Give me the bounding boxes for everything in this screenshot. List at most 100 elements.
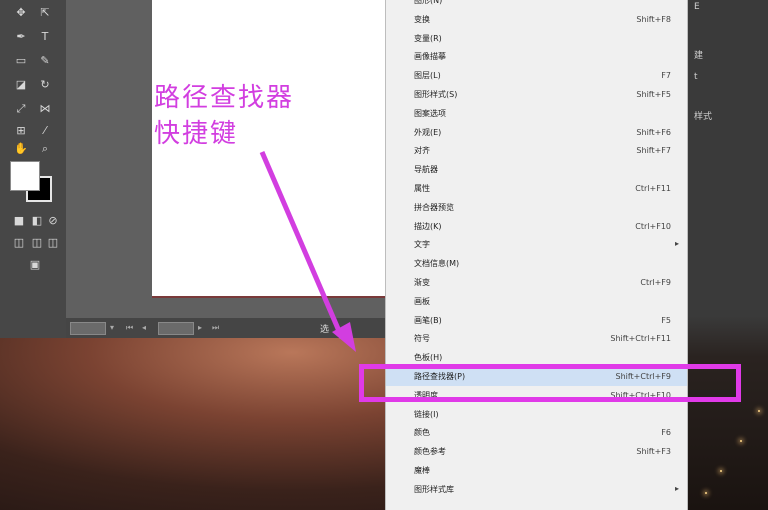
type-icon[interactable]: T: [38, 30, 52, 44]
draw-inside-icon[interactable]: ◫: [46, 236, 60, 250]
pen-icon[interactable]: ✒: [14, 30, 28, 44]
screen-mode-icon[interactable]: ▣: [28, 258, 42, 272]
menu-item-shortcut: F7: [661, 71, 671, 81]
menu-item[interactable]: 变量(R): [386, 30, 687, 48]
menu-item-label: 变量(R): [414, 33, 442, 43]
brush-icon[interactable]: ✎: [38, 54, 52, 68]
menu-item-shortcut: Ctrl+F10: [635, 221, 671, 231]
right-panel-text: 建: [694, 51, 704, 61]
menu-item-shortcut: Shift+F6: [636, 127, 671, 137]
menu-item[interactable]: 图层(L) F7: [386, 67, 687, 85]
menu-item[interactable]: 链接(I): [386, 406, 687, 424]
draw-behind-icon[interactable]: ◫: [30, 236, 44, 250]
menu-item-label: 文字: [414, 240, 430, 250]
sparkle: [705, 492, 707, 494]
menu-item-label: 颜色参考: [414, 447, 446, 457]
highlight-box: [359, 364, 741, 402]
right-panel-area: E 建 t 样式: [686, 0, 768, 510]
menu-item[interactable]: 图形样式库 ▸: [386, 481, 687, 499]
direct-select-icon[interactable]: ⇱: [38, 6, 52, 20]
menu-item[interactable]: 变换 Shift+F8: [386, 11, 687, 29]
menu-item-shortcut: F5: [661, 315, 671, 325]
menu-item[interactable]: 图案选项: [386, 105, 687, 123]
sparkle: [720, 470, 722, 472]
none-mode-icon[interactable]: ⊘: [46, 214, 60, 228]
hand-icon[interactable]: ✋: [14, 142, 28, 156]
shape-builder-icon[interactable]: ⊞: [14, 124, 28, 138]
eraser-icon[interactable]: ◪: [14, 78, 28, 92]
move-icon[interactable]: ✥: [14, 6, 28, 20]
illustrator-window: ✥ ⇱ ✒ T ▭ ✎ ◪ ↻ ⤢ ⋈ ⊞ ⁄ ✋ ⌕ ■ ◧ ⊘ ◫ ◫ ◫ …: [0, 0, 454, 338]
sparkle: [758, 410, 760, 412]
annotation-line-1: 路径查找器: [154, 83, 295, 113]
status-label: 选: [320, 325, 330, 335]
menu-item-label: 拼合器预览: [414, 202, 454, 212]
menu-item[interactable]: 画像描摹: [386, 48, 687, 66]
artboard-number-field[interactable]: [158, 322, 194, 335]
menu-item-shortcut: Shift+Ctrl+F11: [610, 334, 671, 344]
menu-item[interactable]: 文字 ▸: [386, 236, 687, 254]
menu-item-label: 外观(E): [414, 127, 442, 137]
menu-item-label: 符号: [414, 334, 430, 344]
right-panel-text: 样式: [694, 112, 713, 122]
rotate-icon[interactable]: ↻: [38, 78, 52, 92]
menu-item-label: 对齐: [414, 146, 430, 156]
menu-item-label: 链接(I): [414, 409, 439, 419]
next-artboard-icon[interactable]: ▸: [198, 323, 206, 332]
menu-item-label: 变换: [414, 14, 430, 24]
menu-item-label: 图案选项: [414, 108, 446, 118]
menu-item[interactable]: 外观(E) Shift+F6: [386, 124, 687, 142]
menu-item[interactable]: 颜色参考 Shift+F3: [386, 443, 687, 461]
menu-item-label: 画板: [414, 296, 430, 306]
menu-item[interactable]: 颜色 F6: [386, 424, 687, 442]
submenu-arrow-icon: ▸: [674, 239, 679, 249]
prev-artboard-icon[interactable]: ◂: [142, 323, 150, 332]
eyedropper-icon[interactable]: ⁄: [38, 124, 52, 138]
right-panel-text: E: [694, 2, 700, 12]
menu-item-label: 魔棒: [414, 466, 430, 475]
canvas-area[interactable]: [66, 0, 454, 318]
menu-item-shortcut: Shift+F5: [636, 90, 671, 99]
annotation-line-2: 快捷键: [154, 119, 239, 149]
submenu-arrow-icon: ▸: [674, 483, 679, 493]
right-panel-text: t: [694, 72, 698, 82]
menu-item[interactable]: 画板: [386, 293, 687, 311]
width-icon[interactable]: ⋈: [38, 102, 52, 116]
menu-item[interactable]: 拼合器预览: [386, 199, 687, 217]
menu-item-shortcut: Shift+F3: [636, 447, 671, 457]
color-mode-icon[interactable]: ■: [12, 214, 26, 228]
sparkle: [740, 440, 742, 442]
menu-item[interactable]: 导航器: [386, 161, 687, 179]
zoom-field[interactable]: [70, 322, 106, 335]
menu-item-label: 渐变: [414, 278, 430, 287]
tools-panel: ✥ ⇱ ✒ T ▭ ✎ ◪ ↻ ⤢ ⋈ ⊞ ⁄ ✋ ⌕ ■ ◧ ⊘ ◫ ◫ ◫ …: [0, 0, 67, 338]
menu-item-shortcut: Ctrl+F9: [640, 278, 671, 287]
zoom-icon[interactable]: ⌕: [38, 142, 52, 156]
fill-swatch[interactable]: [10, 161, 40, 191]
last-artboard-icon[interactable]: ⏭: [212, 323, 220, 332]
menu-item-label: 画像描摹: [414, 52, 446, 62]
menu-item[interactable]: 符号 Shift+Ctrl+F11: [386, 330, 687, 348]
menu-item-label: 画笔(B): [414, 315, 442, 325]
zoom-dropdown-icon[interactable]: ▾: [110, 323, 118, 332]
status-bar: ▾ ⏮ ◂ ▸ ⏭ 选: [66, 318, 386, 338]
menu-item[interactable]: 画笔(B) F5: [386, 312, 687, 330]
menu-item[interactable]: 渐变 Ctrl+F9: [386, 274, 687, 292]
menu-item[interactable]: 属性 Ctrl+F11: [386, 180, 687, 198]
draw-mode-icon[interactable]: ◫: [12, 236, 26, 250]
menu-item[interactable]: 魔棒: [386, 462, 687, 480]
menu-item[interactable]: 图形样式(S) Shift+F5: [386, 86, 687, 104]
gradient-mode-icon[interactable]: ◧: [30, 214, 44, 228]
menu-item-label: 图形样式(S): [414, 90, 458, 99]
menu-item[interactable]: 文档信息(M): [386, 255, 687, 273]
scale-icon[interactable]: ⤢: [14, 102, 28, 116]
menu-item-label: 导航器: [414, 165, 438, 175]
menu-item-label: 颜色: [414, 428, 430, 438]
menu-item[interactable]: 图形(N): [386, 0, 687, 10]
menu-item-label: 图形样式库: [414, 484, 454, 494]
first-artboard-icon[interactable]: ⏮: [126, 323, 134, 332]
menu-item-label: 属性: [414, 184, 430, 193]
menu-item[interactable]: 对齐 Shift+F7: [386, 142, 687, 160]
rectangle-icon[interactable]: ▭: [14, 54, 28, 68]
menu-item[interactable]: 描边(K) Ctrl+F10: [386, 218, 687, 236]
